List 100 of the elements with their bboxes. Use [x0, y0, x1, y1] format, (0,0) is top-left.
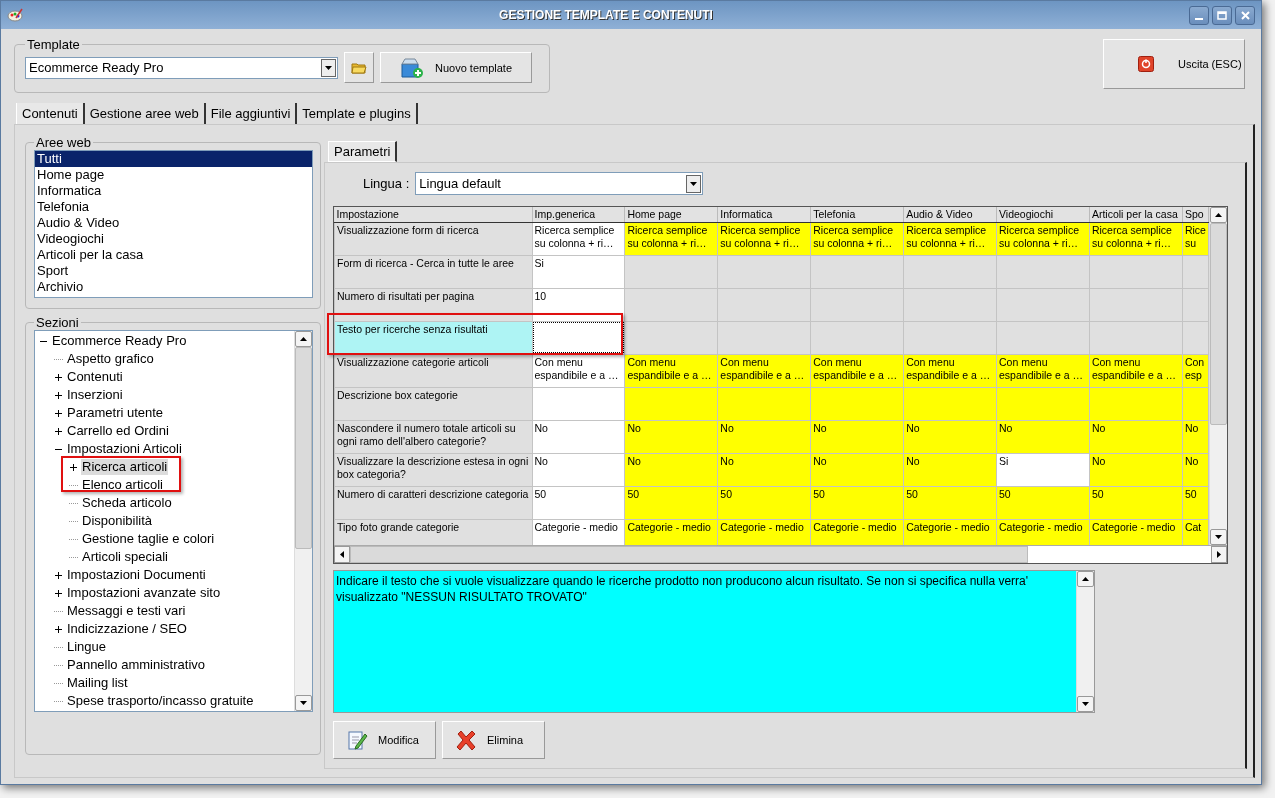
table-cell[interactable]: Ricerca semplice su colonna + ri…	[810, 222, 904, 255]
table-cell[interactable]: 50	[532, 486, 625, 519]
tree-item[interactable]: Inserzioni	[66, 387, 124, 403]
table-cell[interactable]	[810, 288, 904, 321]
setting-label[interactable]: Nascondere il numero totale articoli su ogni ramo dell'albero categorie?	[334, 420, 532, 453]
setting-label[interactable]: Visualizzare la descrizione estesa in ogni box categoria?	[334, 453, 532, 486]
table-cell[interactable]: Con menu espandibile e a …	[903, 354, 997, 387]
table-cell[interactable]: Categorie - medio	[996, 519, 1090, 545]
table-cell[interactable]	[717, 255, 811, 288]
table-cell[interactable]	[1089, 387, 1183, 420]
table-cell[interactable]	[810, 255, 904, 288]
table-cell[interactable]: Ricerca semplice su colonna + ri…	[903, 222, 997, 255]
vertical-scrollbar[interactable]	[294, 331, 312, 711]
tree-item[interactable]: Impostazioni Articoli	[66, 441, 183, 457]
table-cell[interactable]: No	[1089, 453, 1183, 486]
tab[interactable]: Parametri	[328, 141, 398, 162]
table-cell[interactable]: Con menu espandibile e a …	[810, 354, 904, 387]
table-cell[interactable]: Si	[996, 453, 1090, 486]
list-item[interactable]: Informatica	[35, 183, 312, 199]
table-cell[interactable]: No	[624, 453, 718, 486]
tree-item[interactable]: Disponibilità	[81, 513, 154, 529]
tree-item[interactable]: Scheda articolo	[81, 495, 173, 511]
table-cell[interactable]: Si	[532, 255, 625, 288]
table-cell[interactable]: Ricerca semplice su colonna + ri…	[1089, 222, 1183, 255]
table-cell[interactable]: 50	[810, 486, 904, 519]
column-header[interactable]: Impostazione	[334, 207, 532, 222]
table-cell[interactable]: No	[903, 453, 997, 486]
tree-item[interactable]: Aspetto grafico	[66, 351, 155, 367]
column-header[interactable]: Audio & Video	[903, 207, 997, 222]
tree-item[interactable]: Ecommerce Ready Pro	[51, 333, 188, 349]
setting-label[interactable]: Visualizzazione form di ricerca	[334, 222, 532, 255]
column-header[interactable]: Home page	[624, 207, 718, 222]
tree-item[interactable]: Indicizzazione / SEO	[66, 621, 188, 637]
table-cell[interactable]: Con menu espandibile e a …	[1089, 354, 1183, 387]
list-item[interactable]: Home page	[35, 167, 312, 183]
list-item[interactable]: Sport	[35, 263, 312, 279]
table-cell[interactable]	[1089, 255, 1183, 288]
table-cell[interactable]: Categorie - medio	[903, 519, 997, 545]
maximize-button[interactable]	[1212, 5, 1232, 25]
table-cell[interactable]: 50	[624, 486, 718, 519]
table-cell[interactable]: No	[996, 420, 1090, 453]
column-header[interactable]: Imp.generica	[532, 207, 625, 222]
template-dropdown[interactable]: Ecommerce Ready Pro	[25, 56, 338, 79]
table-cell[interactable]	[996, 387, 1090, 420]
tree-item[interactable]: Pannello amministrativo	[66, 657, 206, 673]
plus-icon[interactable]	[54, 390, 63, 400]
table-cell[interactable]: No	[810, 453, 904, 486]
table-cell[interactable]: Ricerca semplice su colonna + ri…	[532, 222, 625, 255]
delete-button[interactable]: Elimina	[442, 721, 545, 759]
plus-icon[interactable]	[54, 372, 63, 382]
table-cell[interactable]	[624, 387, 718, 420]
column-header[interactable]: Videogiochi	[996, 207, 1090, 222]
plus-icon[interactable]	[54, 426, 63, 436]
table-cell[interactable]: Ricerca semplice su colonna + ri…	[624, 222, 718, 255]
list-item[interactable]: Videogiochi	[35, 231, 312, 247]
table-cell[interactable]	[532, 387, 625, 420]
plus-icon[interactable]	[54, 588, 63, 598]
minimize-button[interactable]	[1189, 5, 1209, 25]
table-cell[interactable]: 50	[996, 486, 1090, 519]
tree-item[interactable]: Articoli speciali	[81, 549, 169, 565]
plus-icon[interactable]	[54, 624, 63, 634]
setting-label[interactable]: Visualizzazione categorie articoli	[334, 354, 532, 387]
table-cell[interactable]	[1089, 288, 1183, 321]
table-cell[interactable]: No	[717, 420, 811, 453]
table-cell[interactable]: No	[903, 420, 997, 453]
open-folder-button[interactable]	[344, 52, 374, 83]
table-cell[interactable]	[624, 321, 718, 354]
column-header[interactable]: Telefonia	[810, 207, 904, 222]
tree-item[interactable]: Ricerca articoli	[81, 459, 169, 475]
close-button[interactable]	[1235, 5, 1255, 25]
vertical-scrollbar[interactable]	[1209, 207, 1227, 545]
table-cell[interactable]: 50	[717, 486, 811, 519]
table-cell[interactable]	[903, 288, 997, 321]
setting-label[interactable]: Tipo foto grande categorie	[334, 519, 532, 545]
tree-item[interactable]: Contenuti	[66, 369, 124, 385]
table-cell[interactable]	[903, 321, 997, 354]
table-cell[interactable]: Categorie - medio	[810, 519, 904, 545]
table-cell[interactable]: Categorie - medio	[532, 519, 625, 545]
list-item[interactable]: Audio & Video	[35, 215, 312, 231]
table-cell[interactable]: No	[624, 420, 718, 453]
table-cell[interactable]: No	[717, 453, 811, 486]
tree-item[interactable]: Lingue	[66, 639, 108, 655]
table-cell[interactable]	[624, 288, 718, 321]
table-cell[interactable]: Categorie - medio	[717, 519, 811, 545]
new-template-button[interactable]: Nuovo template	[380, 52, 532, 83]
tree-item[interactable]: Spese trasporto/incasso gratuite	[66, 693, 255, 709]
horizontal-scrollbar[interactable]	[334, 545, 1227, 563]
tree-item[interactable]: Impostazioni Documenti	[66, 567, 207, 583]
plus-icon[interactable]	[69, 462, 78, 472]
tab[interactable]: Contenuti	[16, 103, 85, 124]
tree-item[interactable]: Elenco articoli	[81, 477, 164, 493]
tree-item[interactable]: Gestione taglie e colori	[81, 531, 216, 547]
setting-label[interactable]: Form di ricerca - Cerca in tutte le aree	[334, 255, 532, 288]
tree-item[interactable]: Carrello ed Ordini	[66, 423, 170, 439]
table-cell[interactable]	[903, 387, 997, 420]
table-cell[interactable]	[717, 321, 811, 354]
tree-item[interactable]: Messaggi e testi vari	[66, 603, 187, 619]
description-box[interactable]: Indicare il testo che si vuole visualizzare quando le ricerche prodotto non producono alcun risultato. Se non si specifica nulla verra' visualizzato "NESSUN RISULTATO TROVATO"	[333, 570, 1095, 713]
setting-label[interactable]: Descrizione box categorie	[334, 387, 532, 420]
setting-label[interactable]: Numero di caratteri descrizione categoria	[334, 486, 532, 519]
